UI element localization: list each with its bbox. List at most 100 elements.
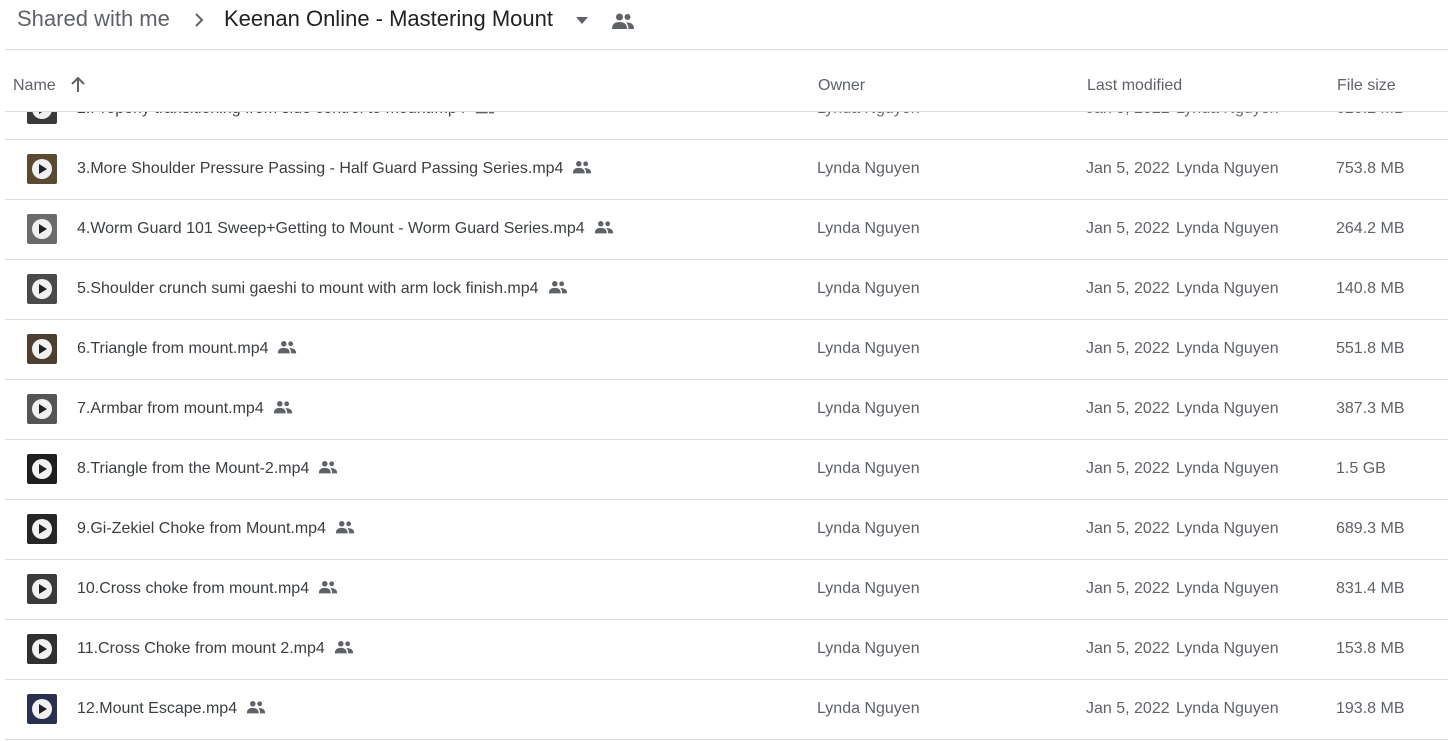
file-name-text: 3.More Shoulder Pressure Passing - Half … — [77, 160, 564, 177]
file-size: 140.8 MB — [1336, 280, 1405, 297]
file-size: 551.8 MB — [1336, 340, 1405, 357]
file-size: 753.8 MB — [1336, 160, 1405, 177]
people-icon — [594, 221, 613, 234]
column-name[interactable]: Name — [13, 77, 56, 95]
file-modified-date: Jan 5, 2022 — [1086, 400, 1170, 417]
file-owner: Lynda Nguyen — [817, 580, 920, 597]
file-size: 193.8 MB — [1336, 700, 1405, 717]
file-modified-by: Lynda Nguyen — [1176, 280, 1279, 297]
file-owner: Lynda Nguyen — [817, 640, 920, 657]
file-size: 689.3 MB — [1336, 520, 1405, 537]
video-thumbnail — [27, 634, 57, 664]
video-play-icon — [32, 519, 52, 539]
column-file-size[interactable]: File size — [1337, 77, 1396, 95]
file-list-viewport[interactable]: 2.Properly transitioning from side contr… — [0, 112, 1448, 741]
file-modified-by: Lynda Nguyen — [1176, 580, 1279, 597]
video-play-icon — [32, 279, 52, 299]
video-thumbnail — [27, 694, 57, 724]
file-row-1[interactable]: 2.Properly transitioning from side contr… — [5, 112, 1448, 140]
file-owner: Lynda Nguyen — [817, 520, 920, 537]
breadcrumb-current-folder[interactable]: Keenan Online - Mastering Mount — [224, 6, 553, 32]
breadcrumb-shared-with-me[interactable]: Shared with me — [17, 6, 170, 32]
file-row-9[interactable]: 10.Cross choke from mount.mp4 Lynda Nguy… — [5, 560, 1448, 620]
file-owner: Lynda Nguyen — [817, 460, 920, 477]
file-name-text: 7.Armbar from mount.mp4 — [77, 400, 264, 417]
file-name: 5.Shoulder crunch sumi gaeshi to mount w… — [77, 279, 569, 298]
breadcrumb: Shared with me Keenan Online - Mastering… — [0, 0, 1448, 48]
file-owner: Lynda Nguyen — [817, 700, 920, 717]
file-owner: Lynda Nguyen — [817, 112, 920, 118]
video-play-icon — [32, 579, 52, 599]
video-thumbnail — [27, 112, 57, 124]
file-modified-date: Jan 5, 2022 — [1086, 520, 1170, 537]
video-thumbnail — [27, 514, 57, 544]
people-icon — [548, 281, 567, 294]
file-name: 11.Cross Choke from mount 2.mp4 — [77, 639, 355, 658]
file-modified-by: Lynda Nguyen — [1176, 112, 1279, 118]
file-name-text: 4.Worm Guard 101 Sweep+Getting to Mount … — [77, 220, 585, 237]
file-name-text: 2.Properly transitioning from side contr… — [77, 112, 466, 117]
file-owner: Lynda Nguyen — [817, 160, 920, 177]
file-modified-by: Lynda Nguyen — [1176, 400, 1279, 417]
file-row-11[interactable]: 12.Mount Escape.mp4 Lynda Nguyen Jan 5, … — [5, 680, 1448, 740]
file-size: 153.8 MB — [1336, 640, 1405, 657]
people-icon — [318, 581, 338, 594]
file-owner: Lynda Nguyen — [817, 220, 920, 237]
file-modified-by: Lynda Nguyen — [1176, 460, 1279, 477]
video-thumbnail — [27, 214, 57, 244]
file-owner: Lynda Nguyen — [817, 400, 920, 417]
video-play-icon — [32, 459, 52, 479]
file-name: 6.Triangle from mount.mp4 — [77, 339, 298, 358]
file-name: 7.Armbar from mount.mp4 — [77, 399, 294, 418]
file-modified-by: Lynda Nguyen — [1176, 520, 1279, 537]
file-list: 2.Properly transitioning from side contr… — [0, 112, 1448, 740]
file-name: 4.Worm Guard 101 Sweep+Getting to Mount … — [77, 219, 615, 238]
file-name-text: 10.Cross choke from mount.mp4 — [77, 580, 310, 597]
file-name: 10.Cross choke from mount.mp4 — [77, 579, 339, 598]
people-icon — [278, 341, 297, 354]
file-row-7[interactable]: 8.Triangle from the Mount-2.mp4 Lynda Ng… — [5, 440, 1448, 500]
people-icon — [612, 13, 634, 29]
file-name: 3.More Shoulder Pressure Passing - Half … — [77, 159, 593, 178]
video-play-icon — [32, 112, 52, 119]
arrow-drop-down-icon[interactable] — [574, 14, 590, 26]
file-name-text: 9.Gi-Zekiel Choke from Mount.mp4 — [77, 520, 326, 537]
drive-file-browser: Shared with me Keenan Online - Mastering… — [0, 0, 1448, 741]
file-row-10[interactable]: 11.Cross Choke from mount 2.mp4 Lynda Ng… — [5, 620, 1448, 680]
file-row-8[interactable]: 9.Gi-Zekiel Choke from Mount.mp4 Lynda N… — [5, 500, 1448, 560]
file-row-4[interactable]: 5.Shoulder crunch sumi gaeshi to mount w… — [5, 260, 1448, 320]
file-modified-date: Jan 5, 2022 — [1086, 640, 1170, 657]
people-icon — [273, 401, 292, 414]
people-icon — [335, 521, 355, 534]
file-row-2[interactable]: 3.More Shoulder Pressure Passing - Half … — [5, 140, 1448, 200]
column-last-modified[interactable]: Last modified — [1087, 77, 1182, 95]
video-play-icon — [32, 399, 52, 419]
people-icon — [319, 461, 338, 474]
file-modified-date: Jan 5, 2022 — [1086, 160, 1170, 177]
chevron-right-icon — [195, 13, 204, 27]
file-size: 387.3 MB — [1336, 400, 1405, 417]
column-owner[interactable]: Owner — [818, 77, 865, 95]
video-thumbnail — [27, 334, 57, 364]
file-name-text: 5.Shoulder crunch sumi gaeshi to mount w… — [77, 280, 539, 297]
file-modified-date: Jan 5, 2022 — [1086, 460, 1170, 477]
file-name: 12.Mount Escape.mp4 — [77, 699, 267, 718]
video-thumbnail — [27, 574, 57, 604]
file-name-text: 11.Cross Choke from mount 2.mp4 — [77, 640, 325, 657]
video-play-icon — [32, 699, 52, 719]
file-owner: Lynda Nguyen — [817, 340, 920, 357]
file-modified-by: Lynda Nguyen — [1176, 640, 1279, 657]
file-row-6[interactable]: 7.Armbar from mount.mp4 Lynda Nguyen Jan… — [5, 380, 1448, 440]
file-modified-date: Jan 5, 2022 — [1086, 220, 1170, 237]
file-modified-by: Lynda Nguyen — [1176, 340, 1279, 357]
file-row-3[interactable]: 4.Worm Guard 101 Sweep+Getting to Mount … — [5, 200, 1448, 260]
file-name-text: 6.Triangle from mount.mp4 — [77, 340, 269, 357]
file-row-5[interactable]: 6.Triangle from mount.mp4 Lynda Nguyen J… — [5, 320, 1448, 380]
file-name-text: 8.Triangle from the Mount-2.mp4 — [77, 460, 310, 477]
file-modified-date: Jan 5, 2022 — [1086, 280, 1170, 297]
file-modified-by: Lynda Nguyen — [1176, 700, 1279, 717]
arrow-up-icon[interactable] — [69, 76, 87, 94]
file-name: 2.Properly transitioning from side contr… — [77, 112, 496, 118]
file-name-text: 12.Mount Escape.mp4 — [77, 700, 238, 717]
video-play-icon — [32, 219, 52, 239]
